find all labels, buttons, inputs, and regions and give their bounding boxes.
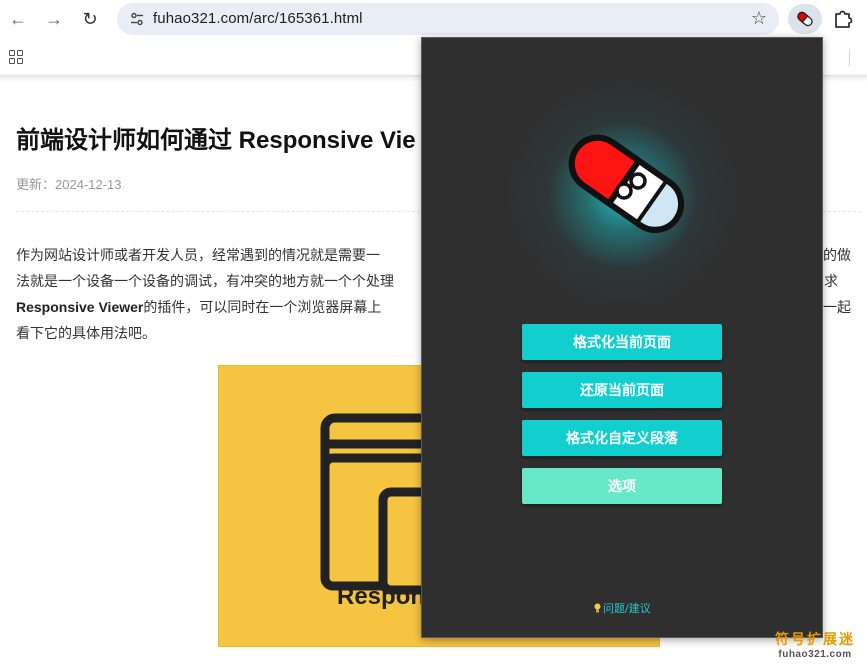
restore-page-button[interactable]: 还原当前页面 bbox=[522, 372, 722, 408]
pill-mascot-icon bbox=[568, 134, 685, 233]
body-fragment-right-2: 求 bbox=[824, 273, 838, 289]
format-custom-paragraph-button[interactable]: 格式化自定义段落 bbox=[522, 420, 722, 456]
extension-popup: 格式化当前页面 还原当前页面 格式化自定义段落 选项 问题/建议 bbox=[421, 37, 823, 638]
forward-icon[interactable]: → bbox=[42, 7, 66, 31]
bold-term: Responsive Viewer bbox=[16, 299, 144, 315]
lightbulb-icon bbox=[594, 603, 601, 613]
body-line-4: 看下它的具体用法吧。 bbox=[16, 325, 156, 341]
format-page-button[interactable]: 格式化当前页面 bbox=[522, 324, 722, 360]
reload-icon[interactable]: ↻ bbox=[78, 7, 102, 31]
body-fragment-right-3: 一起 bbox=[823, 299, 851, 315]
url-text[interactable]: fuhao321.com/arc/165361.html bbox=[153, 10, 363, 27]
site-settings-icon[interactable] bbox=[129, 11, 145, 27]
back-icon[interactable]: ← bbox=[6, 7, 30, 31]
address-bar[interactable]: fuhao321.com/arc/165361.html ☆ bbox=[117, 3, 779, 35]
browser-toolbar: ← → ↻ fuhao321.com/arc/165361.html ☆ bbox=[0, 0, 867, 38]
body-line-3: Responsive Viewer的插件，可以同时在一个浏览器屏幕上 bbox=[16, 294, 381, 320]
body-line-2: 法就是一个设备一个设备的调试，有冲突的地方就一个个处理 bbox=[16, 273, 394, 289]
article-updated-date: 更新：2024-12-13 bbox=[16, 177, 122, 192]
apps-grid-icon[interactable] bbox=[9, 50, 23, 64]
site-watermark: 符号扩展迷 fuhao321.com bbox=[770, 629, 860, 660]
bookmark-star-icon[interactable]: ☆ bbox=[751, 8, 767, 29]
body-line-1: 作为网站设计师或者开发人员，经常遇到的情况就是需要一 bbox=[16, 247, 380, 263]
watermark-cn: 符号扩展迷 bbox=[775, 632, 855, 648]
options-button[interactable]: 选项 bbox=[522, 468, 722, 504]
extensions-puzzle-icon[interactable] bbox=[832, 8, 854, 30]
bookmark-separator bbox=[849, 50, 850, 66]
feedback-label[interactable]: 问题/建议 bbox=[603, 600, 651, 616]
body-fragment-right-1: 的做 bbox=[823, 247, 851, 263]
feedback-link[interactable]: 问题/建议 bbox=[594, 600, 651, 616]
watermark-en: fuhao321.com bbox=[778, 649, 852, 660]
body-line-3-text: 的插件，可以同时在一个浏览器屏幕上 bbox=[143, 299, 382, 315]
article-title: 前端设计师如何通过 Responsive Vie bbox=[16, 127, 416, 154]
pill-icon bbox=[797, 11, 813, 27]
pill-extension-button[interactable] bbox=[788, 4, 822, 34]
